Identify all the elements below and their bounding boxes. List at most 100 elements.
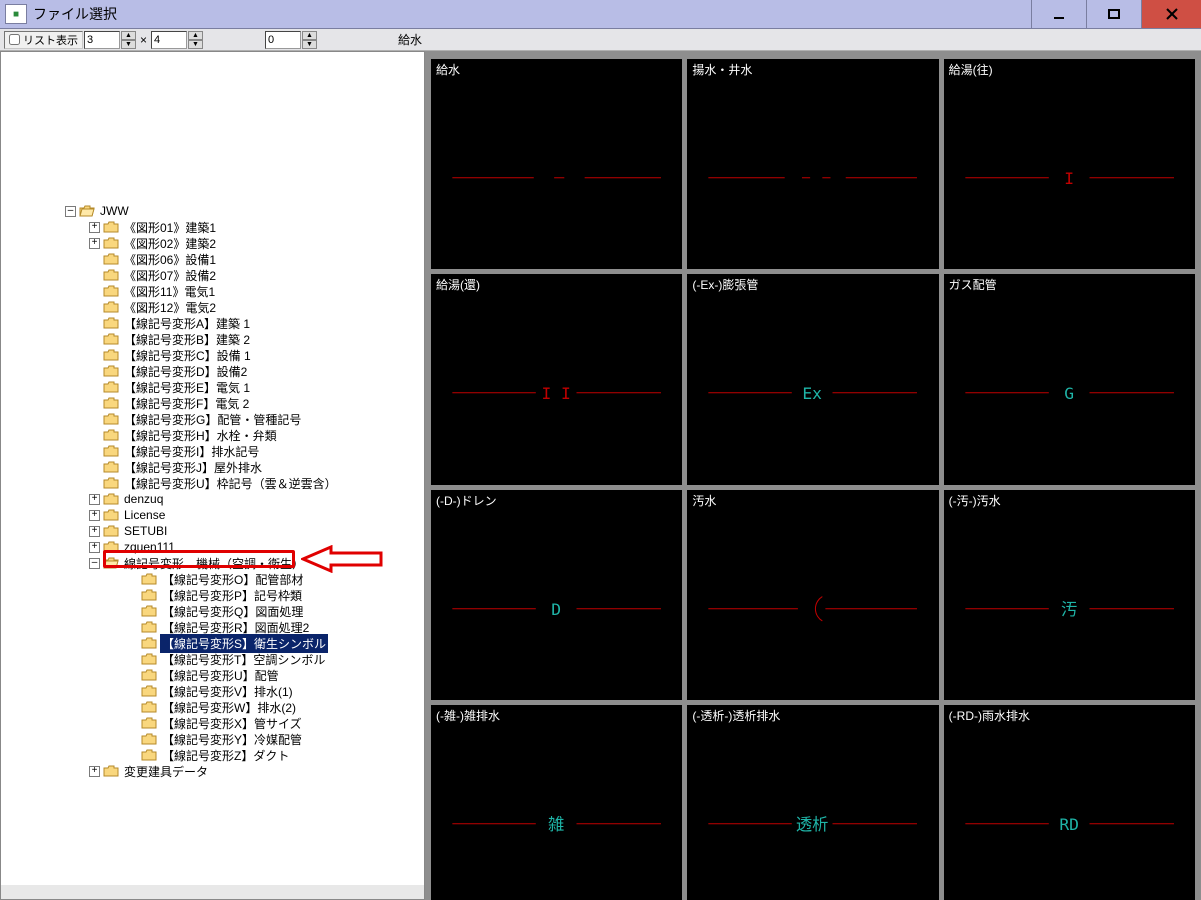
svg-text:雑: 雑 xyxy=(548,815,564,834)
window-title: ファイル選択 xyxy=(33,4,117,24)
thumbnail-pane[interactable]: 給水揚水・井水給湯(往) I 給湯(還)I I (-Ex-)膨張管 Ex ガス配管 G (-D… xyxy=(425,51,1201,900)
expander-icon[interactable]: + xyxy=(89,526,100,537)
close-button[interactable] xyxy=(1141,0,1201,28)
thumbnail[interactable]: 給湯(還)I I xyxy=(431,274,682,484)
thumbnail-canvas: I I xyxy=(432,291,681,495)
thumbnail-canvas: I xyxy=(945,76,1194,280)
thumbnail-canvas xyxy=(688,76,937,280)
offset-input[interactable] xyxy=(265,31,301,49)
thumbnail[interactable]: 揚水・井水 xyxy=(687,59,938,269)
folder-icon xyxy=(103,764,119,778)
folder-icon xyxy=(103,236,119,250)
folder-icon xyxy=(103,524,119,538)
thumbnail-canvas xyxy=(688,507,937,711)
folder-icon xyxy=(103,316,119,330)
tree-item[interactable]: 【線記号変形Z】ダクト xyxy=(1,747,424,763)
svg-text:汚: 汚 xyxy=(1061,599,1077,618)
tree-item[interactable]: +変更建具データ xyxy=(1,763,424,779)
folder-icon xyxy=(141,684,157,698)
tree-item-label: 【線記号変形U】枠記号（雲＆逆雲含） xyxy=(122,474,339,493)
tree-scroll[interactable]: –JWW+《図形01》建築1+《図形02》建築2《図形06》設備1《図形07》設… xyxy=(1,52,424,885)
expander-icon[interactable]: + xyxy=(89,238,100,249)
expander-icon[interactable]: + xyxy=(89,510,100,521)
svg-text:RD: RD xyxy=(1059,815,1079,834)
thumbnail[interactable]: (-雑-)雑排水雑 xyxy=(431,705,682,900)
preview-title: 給水 xyxy=(398,31,422,48)
folder-icon xyxy=(103,428,119,442)
thumbnail-label: (-透析-)透析排水 xyxy=(688,706,937,722)
folder-icon xyxy=(141,700,157,714)
thumbnail[interactable]: (-RD-)雨水排水RD xyxy=(944,705,1195,900)
folder-icon xyxy=(79,204,95,218)
expander-icon[interactable]: + xyxy=(89,542,100,553)
maximize-button[interactable] xyxy=(1086,0,1141,28)
svg-text:Ex: Ex xyxy=(803,384,823,403)
thumbnail-canvas: 雑 xyxy=(432,722,681,900)
tree-item[interactable]: +denzuq xyxy=(1,491,424,507)
folder-icon xyxy=(103,348,119,362)
svg-text:I: I xyxy=(1064,169,1074,188)
thumbnail[interactable]: (-D-)ドレン D xyxy=(431,490,682,700)
thumbnail[interactable]: ガス配管 G xyxy=(944,274,1195,484)
thumbnail-label: ガス配管 xyxy=(945,275,1194,291)
folder-icon xyxy=(141,732,157,746)
thumbnail[interactable]: 給湯(往) I xyxy=(944,59,1195,269)
times-label: × xyxy=(137,33,150,47)
tree-item[interactable]: 【線記号変形U】枠記号（雲＆逆雲含） xyxy=(1,475,424,491)
rows-spinner[interactable]: ▲▼ xyxy=(188,31,203,49)
toolbar: リスト表示 ▲▼ × ▲▼ ▲▼ 給水 xyxy=(0,29,1201,51)
minimize-button[interactable] xyxy=(1031,0,1086,28)
folder-icon xyxy=(103,492,119,506)
folder-icon xyxy=(103,364,119,378)
thumbnail-label: (-D-)ドレン xyxy=(432,491,681,507)
thumbnail-label: 給湯(往) xyxy=(945,60,1194,76)
app-icon: ■ xyxy=(5,4,27,24)
tree-item-label: License xyxy=(122,507,167,523)
tree-item-label: SETUBI xyxy=(122,523,169,539)
list-view-checkbox[interactable] xyxy=(9,34,20,45)
thumbnail[interactable]: (-透析-)透析排水透析 xyxy=(687,705,938,900)
folder-icon xyxy=(103,476,119,490)
folder-icon xyxy=(141,572,157,586)
tree-bottom-strip[interactable] xyxy=(1,885,424,899)
title-bar: ■ ファイル選択 xyxy=(0,0,1201,29)
thumbnail-canvas: RD xyxy=(945,722,1194,900)
expander-icon[interactable]: + xyxy=(89,494,100,505)
thumbnail-label: 給水 xyxy=(432,60,681,76)
list-view-label: リスト表示 xyxy=(23,32,78,48)
columns-spinner[interactable]: ▲▼ xyxy=(121,31,136,49)
rows-input[interactable] xyxy=(151,31,187,49)
thumbnail[interactable]: (-汚-)汚水汚 xyxy=(944,490,1195,700)
expander-icon[interactable]: + xyxy=(89,222,100,233)
folder-icon xyxy=(141,604,157,618)
folder-icon xyxy=(103,444,119,458)
thumbnail-canvas xyxy=(432,76,681,280)
folder-icon xyxy=(141,588,157,602)
folder-icon xyxy=(103,556,119,570)
folder-icon xyxy=(103,380,119,394)
thumbnail[interactable]: (-Ex-)膨張管 Ex xyxy=(687,274,938,484)
offset-spinner[interactable]: ▲▼ xyxy=(302,31,317,49)
tree-item[interactable]: + SETUBI xyxy=(1,523,424,539)
expander-icon[interactable]: – xyxy=(65,206,76,217)
svg-text:G: G xyxy=(1064,384,1074,403)
expander-icon[interactable]: + xyxy=(89,766,100,777)
folder-icon xyxy=(103,252,119,266)
folder-icon xyxy=(141,668,157,682)
list-view-toggle[interactable]: リスト表示 xyxy=(4,31,83,49)
folder-icon xyxy=(141,716,157,730)
columns-input[interactable] xyxy=(84,31,120,49)
expander-icon[interactable]: – xyxy=(89,558,100,569)
folder-icon xyxy=(103,396,119,410)
folder-icon xyxy=(103,300,119,314)
thumbnail[interactable]: 汚水 xyxy=(687,490,938,700)
thumbnail-label: (-Ex-)膨張管 xyxy=(688,275,937,291)
tree-item[interactable]: + License xyxy=(1,507,424,523)
thumbnail[interactable]: 給水 xyxy=(431,59,682,269)
thumbnail-canvas: 透析 xyxy=(688,722,937,900)
folder-icon xyxy=(103,268,119,282)
folder-icon xyxy=(141,636,157,650)
folder-icon xyxy=(103,508,119,522)
svg-text:透析: 透析 xyxy=(796,815,829,834)
svg-text:D: D xyxy=(551,599,561,618)
